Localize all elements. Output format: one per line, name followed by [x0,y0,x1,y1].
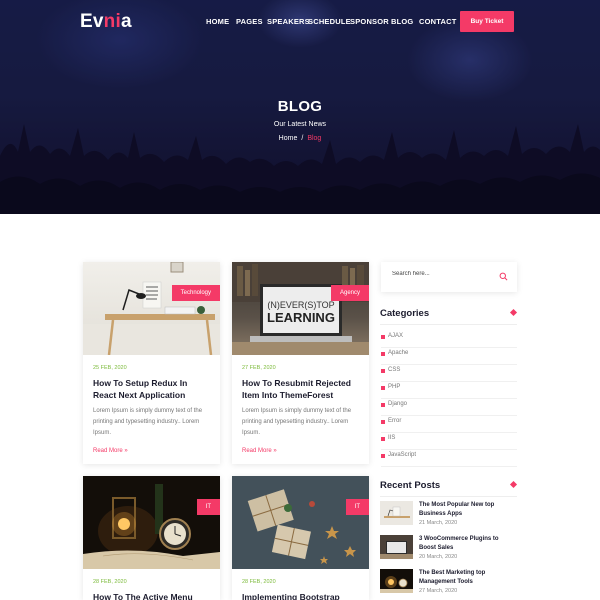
post-thumbnail[interactable]: (N)EVER(S)TOP LEARNING Agency [232,262,369,355]
recent-post-title[interactable]: The Most Popular New top Business Apps [419,501,517,519]
post-card: (N)EVER(S)TOP LEARNING Agency 27 FEB, 20… [232,262,369,464]
category-label: Django [388,401,408,407]
post-date: 28 FEB, 2020 [93,579,127,585]
category-label: JavaScript [388,452,417,458]
breadcrumb: Home / Blog [0,135,600,142]
recent-post-date: 21 March, 2020 [419,520,458,526]
post-title[interactable]: Implementing Bootstrap [242,591,361,600]
category-item-django[interactable]: Django [381,399,517,416]
post-date: 25 FEB, 2020 [93,365,127,371]
post-date: 27 FEB, 2020 [242,365,276,371]
breadcrumb-separator: / [301,135,304,142]
post-thumbnail[interactable]: IT [83,476,220,569]
page-subtitle: Our Latest News [273,121,327,128]
recent-post-date: 20 March, 2020 [419,554,458,560]
search-input[interactable] [392,271,492,277]
recent-post-thumbnail[interactable] [380,535,413,559]
search-widget [381,262,517,292]
nav-pages[interactable]: PAGES [236,17,263,26]
post-excerpt: Lorem Ipsum is simply dummy text of the … [242,408,352,436]
buy-ticket-button[interactable]: Buy Ticket [460,11,514,32]
recent-posts-heading: Recent Posts [380,480,441,491]
categories-heading: Categories [380,308,430,319]
post-category-badge[interactable]: IT [345,499,369,515]
bullet-square-icon [381,335,385,339]
category-label: Apache [388,350,409,356]
gift-boxes-illustration [232,476,369,569]
post-excerpt: Lorem Ipsum is simply dummy text of the … [93,408,203,436]
recent-post-item[interactable]: The Best Marketing top Management Tools … [380,569,517,595]
svg-text:LEARNING: LEARNING [267,310,335,325]
recent-posts-divider [380,496,517,497]
lantern-clock-illustration [83,476,220,569]
bullet-square-icon [381,437,385,441]
post-thumbnail[interactable]: Technology [83,262,220,355]
diamond-icon [509,480,518,489]
recent-post-thumbnail[interactable] [380,569,413,593]
bullet-square-icon [381,369,385,373]
category-label: Error [388,418,402,424]
category-item-iis[interactable]: IIS [381,433,517,450]
page-banner: Evnia HOME PAGES SPEAKERS SCHEDULE SPONS… [0,0,600,214]
post-category-badge[interactable]: IT [196,499,220,515]
category-item-apache[interactable]: Apache [381,348,517,365]
nav-schedule[interactable]: SCHEDULE [308,17,351,26]
post-card: IT 28 FEB, 2020 How To The Active Menu [83,476,220,600]
post-title[interactable]: How To The Active Menu [93,591,212,600]
nav-sponsor[interactable]: SPONSOR [350,17,389,26]
recent-post-item[interactable]: 3 WooCommerce Plugins to Boost Sales 20 … [380,535,517,561]
post-date: 28 FEB, 2020 [242,579,276,585]
post-card: IT 28 FEB, 2020 Implementing Bootstrap [232,476,369,600]
category-item-error[interactable]: Error [381,416,517,433]
read-more-link[interactable]: Read More » [242,448,277,454]
desk-photo-illustration [83,262,220,355]
recent-post-date: 27 March, 2020 [419,588,458,594]
diamond-icon [509,308,518,317]
category-label: CSS [388,367,401,373]
category-item-css[interactable]: CSS [381,365,517,382]
categories-divider [380,324,517,325]
post-title[interactable]: How To Resubmit Rejected Item Into Theme… [242,377,361,401]
breadcrumb-home[interactable]: Home [279,135,298,142]
post-card: Technology 25 FEB, 2020 How To Setup Red… [83,262,220,464]
nav-blog[interactable]: BLOG [391,17,413,26]
nav-home[interactable]: HOME [206,17,229,26]
category-label: AJAX [388,333,404,339]
category-item-php[interactable]: PHP [381,382,517,399]
category-label: IIS [388,435,396,441]
bullet-square-icon [381,454,385,458]
post-thumbnail[interactable]: IT [232,476,369,569]
bullet-square-icon [381,352,385,356]
breadcrumb-current: Blog [307,135,322,142]
bullet-square-icon [381,386,385,390]
category-label: PHP [388,384,401,390]
category-item-ajax[interactable]: AJAX [381,331,517,348]
read-more-link[interactable]: Read More » [93,448,128,454]
brand-logo[interactable]: Evnia [80,11,132,33]
page-title: BLOG [277,98,323,115]
nav-contact[interactable]: CONTACT [419,17,457,26]
recent-post-thumbnail[interactable] [380,501,413,525]
post-category-badge[interactable]: Agency [330,285,369,301]
laptop-photo-illustration: (N)EVER(S)TOP LEARNING [232,262,369,355]
search-icon[interactable] [499,272,508,281]
post-category-badge[interactable]: Technology [171,285,220,301]
bullet-square-icon [381,403,385,407]
category-item-javascript[interactable]: JavaScript [381,450,517,467]
bullet-square-icon [381,420,385,424]
recent-post-item[interactable]: The Most Popular New top Business Apps 2… [380,501,517,527]
post-title[interactable]: How To Setup Redux In React Next Applica… [93,377,212,401]
recent-post-title[interactable]: The Best Marketing top Management Tools [419,569,517,587]
nav-speakers[interactable]: SPEAKERS [267,17,310,26]
recent-post-title[interactable]: 3 WooCommerce Plugins to Boost Sales [419,535,517,553]
svg-text:(N)EVER(S)TOP: (N)EVER(S)TOP [267,300,334,310]
